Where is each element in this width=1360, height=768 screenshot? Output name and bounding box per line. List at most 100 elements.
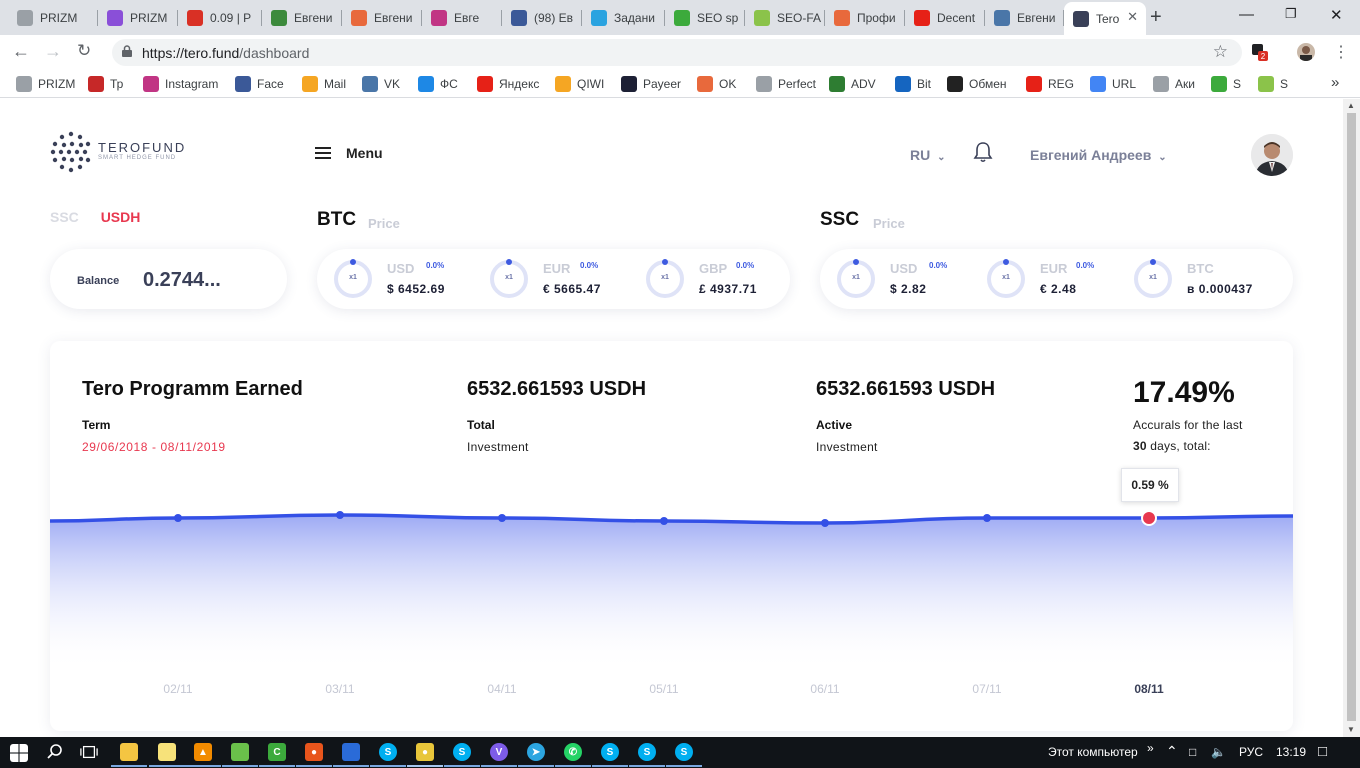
bookmark-item[interactable]: Face — [235, 76, 284, 92]
input-language[interactable]: РУС — [1239, 745, 1263, 759]
chart-point[interactable] — [983, 514, 991, 522]
browser-tab[interactable]: 0.09 | P — [178, 4, 262, 31]
new-tab-button[interactable]: + — [1150, 6, 1162, 29]
bookmark-item[interactable]: ADV — [829, 76, 876, 92]
skype-icon[interactable]: S — [638, 743, 656, 761]
reload-icon[interactable]: ↻ — [77, 41, 91, 61]
bookmark-item[interactable]: S — [1258, 76, 1288, 92]
vk-icon — [362, 76, 378, 92]
browser-tab[interactable]: Decent — [905, 4, 985, 31]
bookmark-item[interactable]: URL — [1090, 76, 1136, 92]
chart-area-fill — [50, 515, 1293, 671]
browser-tab[interactable]: SEO sp — [665, 4, 745, 31]
browser-tab[interactable]: (98) Ев — [502, 4, 582, 31]
bookmark-item[interactable]: Яндекс — [477, 76, 539, 92]
forward-icon[interactable]: → — [44, 41, 62, 62]
camtasia-icon[interactable]: C — [268, 743, 286, 761]
mail-icon — [302, 76, 318, 92]
scroll-down-icon[interactable]: ▼ — [1347, 725, 1355, 734]
record-app-icon[interactable]: ● — [305, 743, 323, 761]
skype-icon[interactable]: S — [601, 743, 619, 761]
bookmark-item[interactable]: QIWI — [555, 76, 604, 92]
chart-point[interactable] — [498, 514, 506, 522]
browser-tab[interactable]: Евгени — [262, 4, 342, 31]
taskbar-computer-label[interactable]: Этот компьютер — [1048, 745, 1138, 759]
notepad-icon[interactable] — [158, 743, 176, 761]
language-selector[interactable]: RU ⌄ — [910, 147, 946, 163]
bookmark-item[interactable]: Mail — [302, 76, 346, 92]
bookmark-item[interactable]: Payeer — [621, 76, 681, 92]
menu-button[interactable]: Menu — [315, 145, 383, 161]
windows-start-icon[interactable] — [10, 744, 28, 762]
browser-tab-label: Decent — [937, 10, 976, 25]
avast-icon[interactable]: ▲ — [194, 743, 212, 761]
skype-icon[interactable]: S — [675, 743, 693, 761]
browser-tab[interactable]: Евгени — [342, 4, 422, 31]
bookmark-item[interactable]: Аки — [1153, 76, 1195, 92]
tray-chevron-up-icon[interactable]: ⌃ — [1166, 743, 1178, 760]
file-explorer-icon[interactable] — [120, 743, 138, 761]
browser-tab[interactable]: PRIZM — [98, 4, 178, 31]
extension-icon[interactable]: 2 — [1251, 43, 1269, 61]
multiplier-label: x1 — [505, 274, 513, 281]
chart-point[interactable] — [660, 517, 668, 525]
tab-usdh[interactable]: USDH — [101, 209, 141, 225]
chart-point[interactable] — [1141, 510, 1157, 526]
bookmark-item[interactable]: OK — [697, 76, 736, 92]
skype-icon[interactable]: S — [379, 743, 397, 761]
bookmark-star-icon[interactable]: ☆ — [1213, 42, 1228, 62]
volume-icon[interactable]: 🔈 — [1211, 745, 1226, 759]
chart-point[interactable] — [821, 519, 829, 527]
network-icon[interactable]: □ — [1189, 745, 1196, 759]
browser-tab[interactable]: Профи — [825, 4, 905, 31]
task-view-icon[interactable] — [80, 743, 98, 761]
close-tab-icon[interactable]: ✕ — [1127, 9, 1138, 25]
browser-tab[interactable]: Задани — [582, 4, 665, 31]
bookmark-item[interactable]: S — [1211, 76, 1241, 92]
notifications-icon[interactable]: □ — [1318, 743, 1327, 760]
bookmark-item[interactable]: PRIZM — [16, 76, 75, 92]
user-menu[interactable]: Евгений Андреев ⌄ — [1030, 147, 1167, 163]
restore-icon[interactable]: ❐ — [1285, 6, 1297, 22]
skype-icon[interactable]: S — [453, 743, 471, 761]
chart-point[interactable] — [174, 514, 182, 522]
browser-menu-icon[interactable]: ⋮ — [1333, 42, 1349, 62]
wordpad-icon[interactable] — [342, 743, 360, 761]
taskbar-expand-icon[interactable]: » — [1147, 741, 1154, 755]
browser-tab[interactable]: Евге — [422, 4, 502, 31]
scroll-up-icon[interactable]: ▲ — [1347, 101, 1355, 110]
bookmark-item[interactable]: ФС — [418, 76, 458, 92]
browser-tab[interactable]: PRIZM — [8, 4, 98, 31]
bookmark-item[interactable]: Обмен — [947, 76, 1007, 92]
chart-point[interactable] — [336, 511, 344, 519]
bookmark-item[interactable]: Bit — [895, 76, 931, 92]
url-input[interactable]: https://tero.fund/dashboard ☆ — [112, 39, 1242, 66]
browser-tab[interactable]: Евгени — [985, 4, 1064, 31]
browser-tab[interactable]: SEO-FA — [745, 4, 825, 31]
profile-avatar-icon[interactable] — [1297, 43, 1315, 61]
bookmarks-more-button[interactable]: » — [1331, 74, 1339, 91]
bookmark-item[interactable]: REG — [1026, 76, 1074, 92]
facebook-icon — [511, 9, 527, 26]
viber-icon[interactable]: V — [490, 743, 508, 761]
clock[interactable]: 13:19 — [1276, 745, 1306, 759]
minimize-icon[interactable]: — — [1239, 6, 1254, 23]
user-avatar[interactable] — [1251, 134, 1293, 176]
chrome-icon[interactable]: ● — [416, 743, 434, 761]
puzzle-app-icon[interactable] — [231, 743, 249, 761]
page-scrollbar[interactable]: ▲ ▼ — [1343, 99, 1360, 737]
notification-bell-icon[interactable] — [973, 141, 993, 163]
bookmark-item[interactable]: Instagram — [143, 76, 218, 92]
browser-tab[interactable]: Tero ✕ — [1064, 2, 1146, 35]
tab-ssc[interactable]: SSC — [50, 209, 79, 225]
close-window-icon[interactable]: ✕ — [1330, 6, 1343, 24]
bookmark-item[interactable]: Perfect — [756, 76, 816, 92]
search-icon[interactable] — [46, 743, 64, 761]
telegram-icon[interactable]: ➤ — [527, 743, 545, 761]
scrollbar-thumb[interactable] — [1347, 113, 1356, 721]
back-icon[interactable]: ← — [12, 41, 30, 62]
whatsapp-icon[interactable]: ✆ — [564, 743, 582, 761]
terofund-logo[interactable]: TEROFUND SMART HEDGE FUND — [50, 131, 184, 178]
bookmark-item[interactable]: Тр — [88, 76, 123, 92]
bookmark-item[interactable]: VK — [362, 76, 400, 92]
